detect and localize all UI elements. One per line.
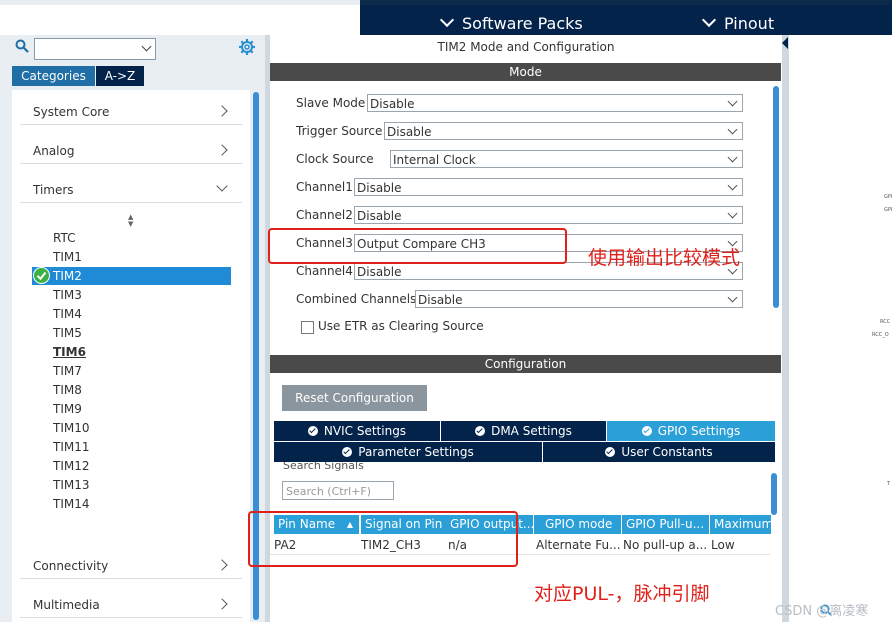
chevron-down-icon	[727, 96, 738, 107]
channel3-highlight-box	[268, 228, 567, 264]
timer-item-tim10[interactable]: TIM10	[53, 421, 90, 435]
chevron-down-icon	[216, 180, 228, 192]
software-packs-menu[interactable]: Software Packs	[439, 10, 583, 38]
combined-channels-select[interactable]: Disable	[415, 290, 743, 308]
sort-arrows-icon[interactable]: ▲ ▼	[128, 214, 133, 228]
table-scrollbar[interactable]	[771, 473, 777, 515]
reset-configuration-button[interactable]: Reset Configuration	[282, 385, 427, 411]
channel1-label: Channel1	[296, 180, 353, 194]
trigger-source-select[interactable]: Disable	[384, 122, 743, 140]
category-multimedia[interactable]: Multimedia	[20, 593, 242, 618]
timer-item-tim7[interactable]: TIM7	[53, 364, 82, 378]
channel1-select[interactable]: Disable	[354, 178, 743, 196]
check-circle-icon	[33, 267, 50, 284]
chevron-right-icon	[216, 559, 228, 571]
mode-annotation: 使用输出比较模式	[588, 247, 741, 269]
mode-scrollbar[interactable]	[773, 86, 779, 308]
clock-source-label: Clock Source	[296, 152, 374, 166]
pin-label: GPI	[884, 194, 892, 200]
pin-label: T	[887, 481, 891, 487]
pin-highlight-box	[248, 511, 518, 567]
slave-mode-select[interactable]: Disable	[367, 94, 743, 112]
timer-item-tim11[interactable]: TIM11	[53, 440, 90, 454]
chevron-down-icon	[727, 208, 738, 219]
chevron-down-icon	[439, 12, 455, 28]
trigger-source-label: Trigger Source	[296, 124, 383, 138]
timer-item-tim3[interactable]: TIM3	[53, 288, 82, 302]
configuration-section-header: Configuration	[270, 355, 781, 373]
chevron-down-icon	[727, 292, 738, 303]
tab-dma-settings[interactable]: DMA Settings	[441, 421, 606, 441]
mode-section-header: Mode	[270, 63, 781, 81]
etr-checkbox[interactable]	[301, 321, 314, 334]
slave-mode-label: Slave Mode	[296, 96, 366, 110]
column-header-gpio-mode[interactable]: GPIO mode	[534, 515, 622, 534]
check-circle-icon	[307, 426, 318, 436]
timer-item-tim12[interactable]: TIM12	[53, 459, 90, 473]
timer-item-tim4[interactable]: TIM4	[53, 307, 82, 321]
chevron-down-icon	[727, 180, 738, 191]
check-circle-icon	[641, 426, 652, 436]
tab-categories[interactable]: Categories	[12, 66, 95, 86]
mode-title: TIM2 Mode and Configuration	[437, 40, 615, 54]
chevron-right-icon	[216, 144, 228, 156]
pinout-menu[interactable]: Pinout	[701, 10, 774, 38]
category-connectivity[interactable]: Connectivity	[20, 554, 242, 579]
pin-label: RCC	[880, 319, 891, 325]
channel4-label: Channel4	[296, 264, 353, 278]
pinout-view[interactable]	[789, 35, 892, 622]
chevron-down-icon	[727, 124, 738, 135]
table-cell-maximum[interactable]: Low	[707, 536, 769, 554]
channel2-label: Channel2	[296, 208, 353, 222]
tab-gpio-settings[interactable]: GPIO Settings	[607, 421, 775, 441]
timer-item-tim2[interactable]: TIM2	[53, 269, 82, 283]
channel2-select[interactable]: Disable	[354, 206, 743, 224]
chevron-down-icon	[141, 41, 152, 52]
pin-label: RCC_O	[872, 332, 889, 338]
search-signals-input[interactable]: Search (Ctrl+F)	[282, 481, 394, 500]
collapse-arrow-icon[interactable]	[782, 37, 788, 49]
check-circle-icon	[475, 426, 486, 436]
timer-item-tim6[interactable]: TIM6	[53, 345, 86, 359]
pin-annotation: 对应PUL-，脉冲引脚	[534, 583, 710, 605]
column-header-gpio-pull[interactable]: GPIO Pull-u...	[622, 515, 710, 534]
search-input[interactable]	[34, 38, 156, 60]
main-menubar: Software Packs Pinout	[360, 5, 892, 35]
chevron-down-icon	[701, 12, 717, 28]
timer-item-tim14[interactable]: TIM14	[53, 497, 90, 511]
timer-item-tim9[interactable]: TIM9	[53, 402, 82, 416]
table-cell-gpio-mode[interactable]: Alternate Fu...	[532, 536, 620, 554]
column-header-maximum[interactable]: Maximum	[710, 515, 772, 534]
gear-icon[interactable]	[238, 38, 256, 56]
category-analog[interactable]: Analog	[20, 139, 242, 164]
check-circle-icon	[605, 447, 616, 457]
tab-a-to-z[interactable]: A->Z	[96, 66, 144, 86]
chevron-right-icon	[216, 598, 228, 610]
timer-item-rtc[interactable]: RTC	[53, 231, 75, 245]
tab-nvic-settings[interactable]: NVIC Settings	[274, 421, 440, 441]
check-circle-icon	[342, 447, 353, 457]
combined-channels-label: Combined Channels	[296, 292, 417, 306]
timer-item-tim8[interactable]: TIM8	[53, 383, 82, 397]
category-system-core[interactable]: System Core	[20, 100, 242, 125]
category-list	[12, 90, 250, 622]
category-timers[interactable]: Timers	[20, 178, 242, 203]
chevron-right-icon	[216, 105, 228, 117]
pin-label: GPI	[884, 207, 892, 213]
tab-parameter-settings[interactable]: Parameter Settings	[274, 442, 542, 462]
search-icon[interactable]	[15, 39, 29, 53]
clock-source-select[interactable]: Internal Clock	[390, 150, 743, 168]
watermark: CSDN @离凌寒	[775, 604, 869, 619]
etr-checkbox-label: Use ETR as Clearing Source	[318, 319, 484, 333]
tab-user-constants[interactable]: User Constants	[543, 442, 775, 462]
timer-item-tim5[interactable]: TIM5	[53, 326, 82, 340]
timer-item-tim1[interactable]: TIM1	[53, 250, 82, 264]
table-cell-gpio-pull[interactable]: No pull-up a...	[619, 536, 707, 554]
right-splitter[interactable]	[782, 35, 789, 622]
timer-item-tim13[interactable]: TIM13	[53, 478, 90, 492]
chevron-down-icon	[727, 152, 738, 163]
